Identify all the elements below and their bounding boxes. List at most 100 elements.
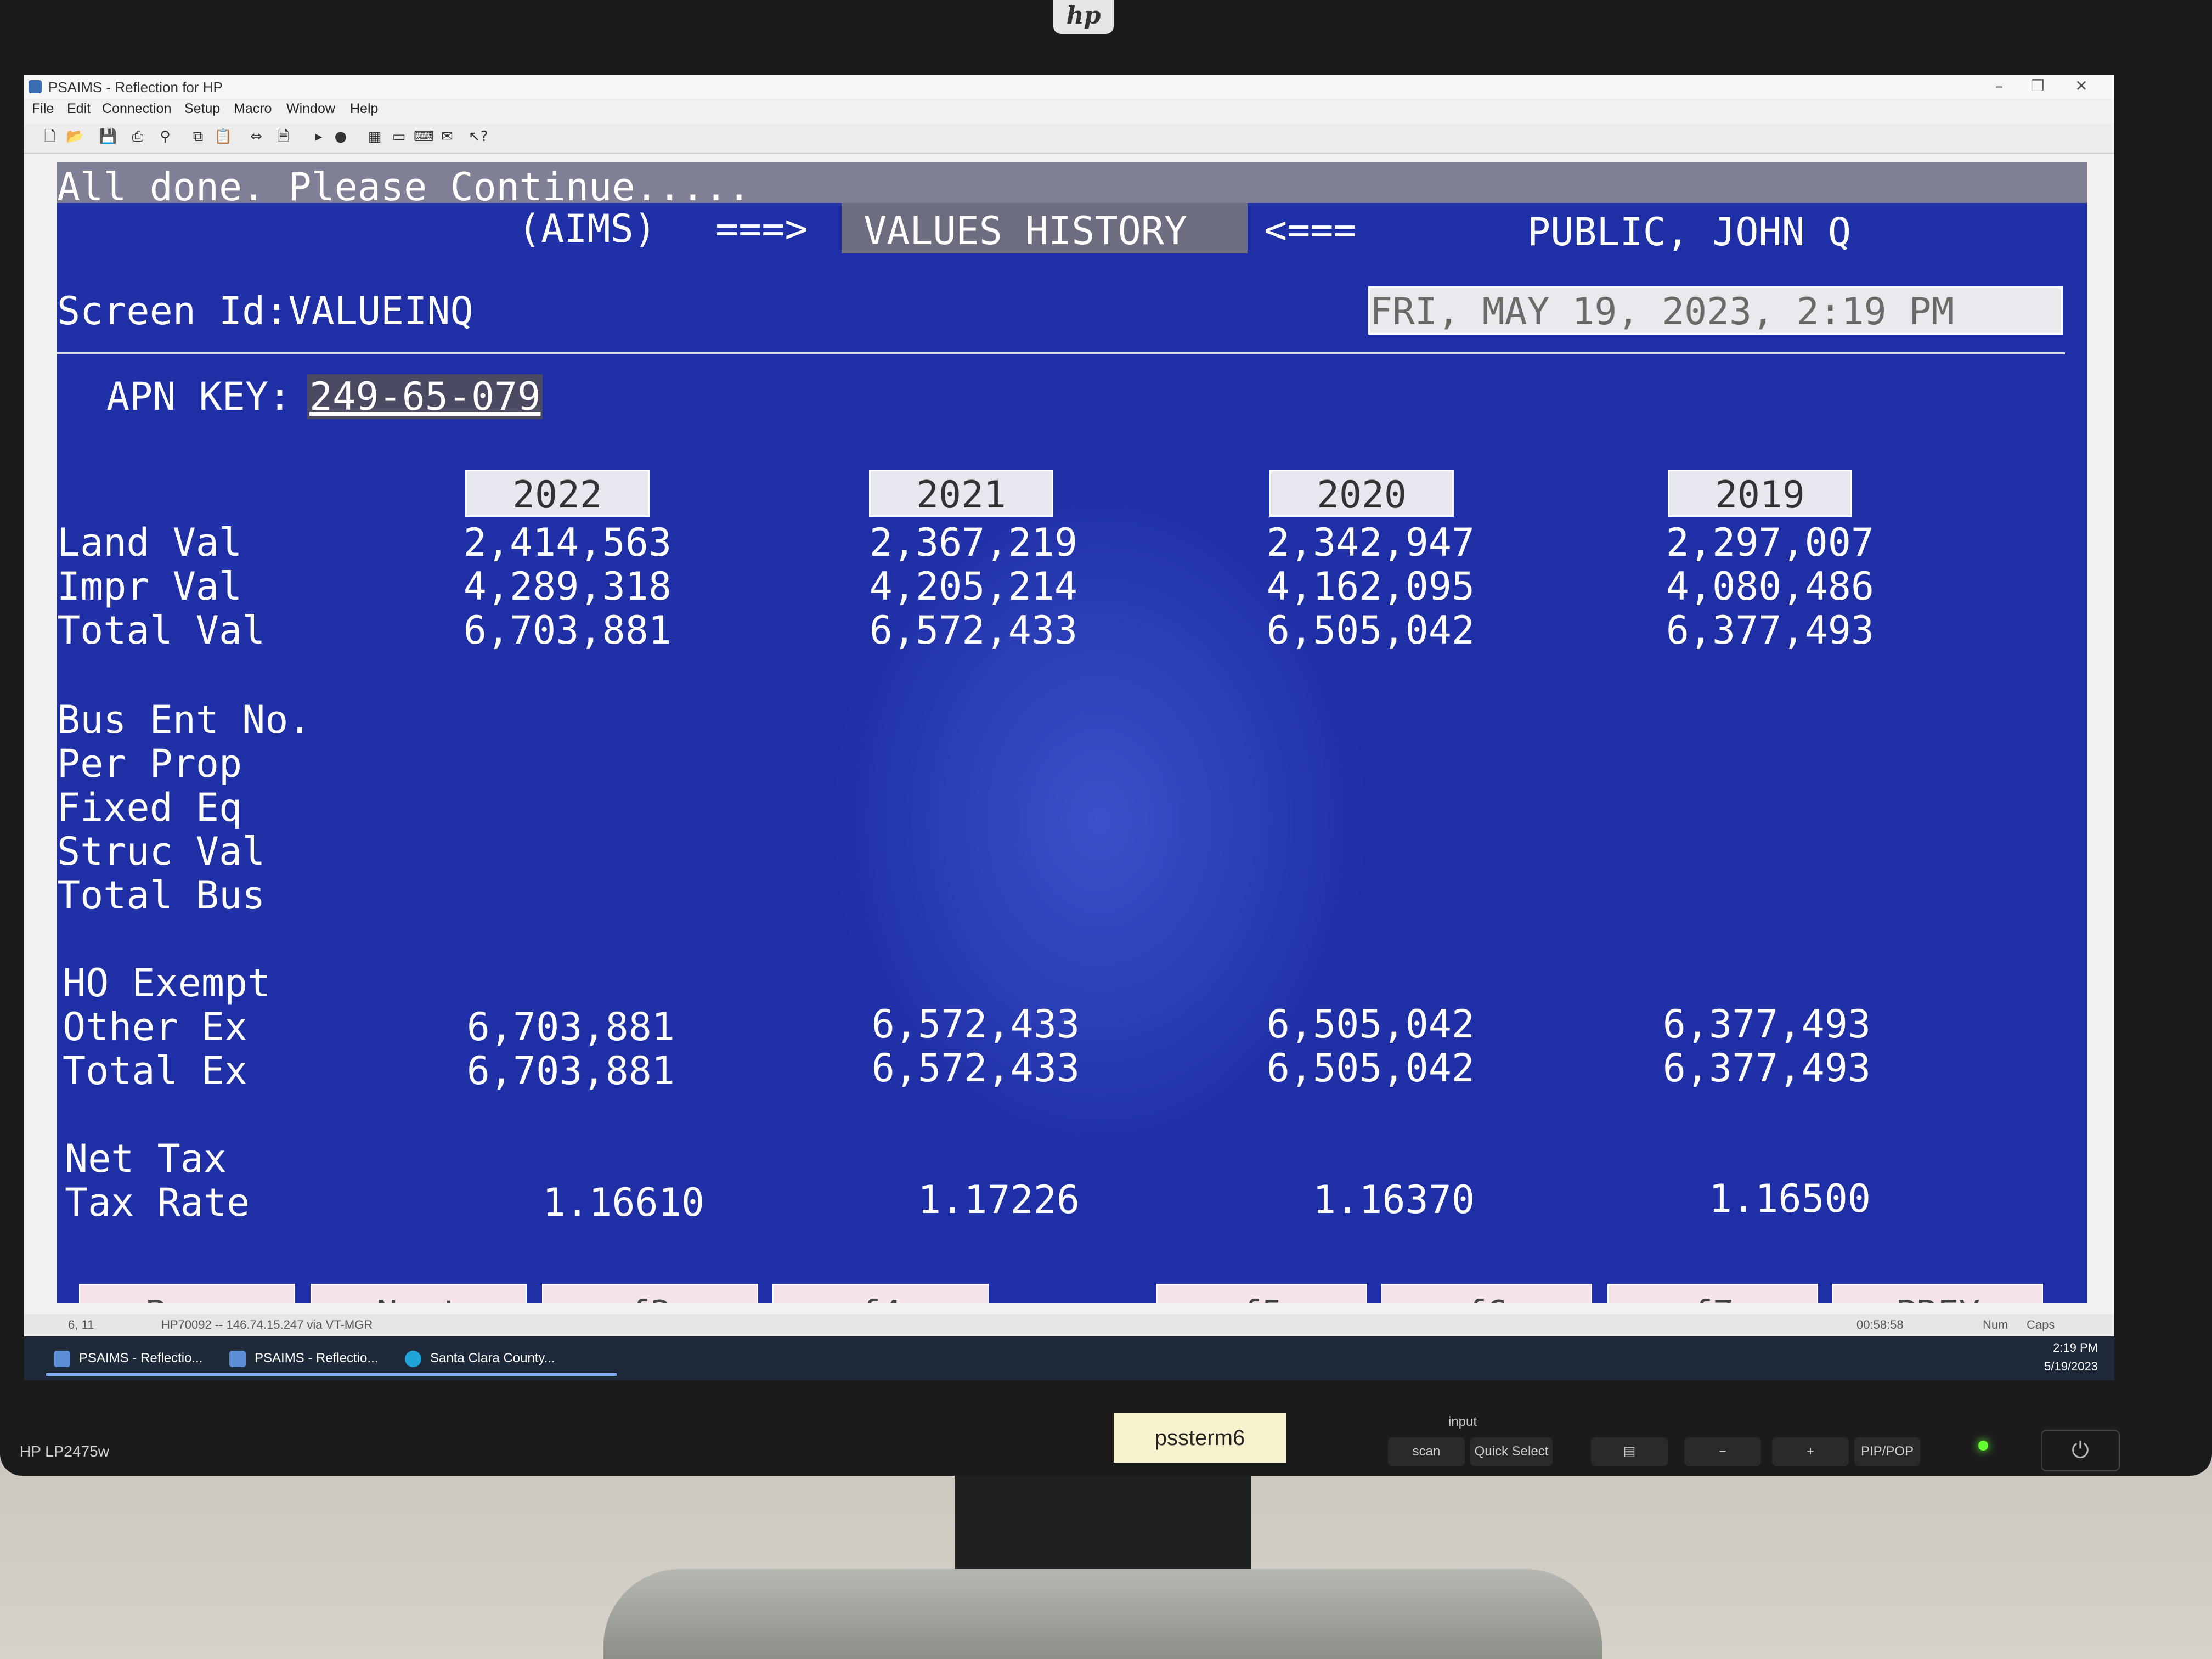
fkey-prev-screen[interactable]: PREV SCREEN [1832, 1284, 2043, 1304]
tax-rate-2022: 1.16610 [542, 1180, 704, 1225]
reflection-icon [54, 1351, 70, 1367]
monitor-pip-button[interactable]: PIP/POP [1854, 1437, 1920, 1466]
new-file-icon[interactable]: 🗋 [41, 127, 59, 146]
land-val-2020: 2,342,947 [1266, 520, 1475, 565]
app-icon [29, 80, 42, 93]
monitor-menu-button[interactable]: ▤ [1591, 1437, 1668, 1466]
taskbar-clock[interactable]: 2:19 PM 5/19/2023 [2044, 1339, 2098, 1376]
fkey-f5[interactable]: f5 [1156, 1284, 1367, 1304]
total-ex-2022: 6,703,881 [466, 1048, 675, 1093]
tax-rate-2019: 1.16500 [1708, 1176, 1871, 1221]
year-header: 2021 [869, 470, 1053, 517]
help-pointer-icon[interactable]: ↖? [469, 127, 488, 146]
num-lock-indicator: Num [1983, 1318, 2008, 1331]
fkey-next-values[interactable]: Next Values [311, 1284, 527, 1304]
power-button[interactable]: ⏻ [2041, 1430, 2120, 1471]
taskbar-item-psaims-2[interactable]: PSAIMS - Reflectio... [222, 1341, 425, 1376]
fkey-f4[interactable]: f4 [772, 1284, 989, 1304]
taskbar-item-edge[interactable]: Santa Clara County... [397, 1341, 617, 1376]
close-icon[interactable]: ✕ [2065, 77, 2098, 97]
row-label-per-prop: Per Prop [57, 741, 242, 786]
arrow-left: <=== [1264, 207, 1357, 252]
reflection-icon [229, 1351, 246, 1367]
monitor-plus-button[interactable]: + [1772, 1437, 1849, 1466]
sticky-note: pssterm6 [1114, 1413, 1286, 1463]
tax-rate-2021: 1.17226 [917, 1177, 1080, 1222]
session-timer: 00:58:58 [1857, 1318, 1904, 1331]
system-label: (AIMS) [518, 206, 657, 251]
keyboard-icon[interactable]: ⌨ [414, 127, 435, 146]
tax-rate-2020: 1.16370 [1312, 1177, 1475, 1222]
fkey-f3[interactable]: f3 [542, 1284, 758, 1304]
row-label-bus-ent-no: Bus Ent No. [57, 697, 312, 742]
connection-info: HP70092 -- 146.74.15.247 via VT-MGR [161, 1318, 373, 1331]
monitor-minus-button[interactable]: − [1684, 1437, 1761, 1466]
row-label-struc-val: Struc Val [57, 829, 266, 874]
monitor-scan-button[interactable]: scan [1388, 1437, 1465, 1466]
owner-name: PUBLIC, JOHN Q [1527, 210, 1852, 255]
row-label-total-val: Total Val [57, 608, 266, 653]
land-val-2019: 2,297,007 [1666, 520, 1874, 565]
row-label-total-ex: Total Ex [63, 1048, 248, 1093]
monitor-quick-select-button[interactable]: Quick Select [1470, 1437, 1553, 1466]
terminal-screen[interactable]: All done. Please Continue..... (AIMS) ==… [57, 162, 2087, 1304]
fkey-f7[interactable]: f7 [1607, 1284, 1818, 1304]
edge-browser-icon [405, 1351, 421, 1367]
row-label-land-val: Land Val [57, 520, 242, 565]
record-macro-icon[interactable]: ● [331, 127, 350, 146]
clock-date: 5/19/2023 [2044, 1359, 2098, 1373]
screen-title: VALUES HISTORY [864, 208, 1188, 253]
reflection-window: PSAIMS - Reflection for HP – ❐ ✕ File Ed… [24, 75, 2114, 1380]
total-val-2022: 6,703,881 [463, 608, 672, 653]
menu-help[interactable]: Help [350, 101, 378, 117]
connect-icon[interactable]: ⇔ [247, 127, 266, 146]
status-bar: 6, 11 HP70092 -- 146.74.15.247 via VT-MG… [24, 1314, 2114, 1334]
fkey-prev-values[interactable]: Prev Values [79, 1284, 295, 1304]
impr-val-2022: 4,289,318 [463, 564, 672, 609]
menu-connection[interactable]: Connection [102, 101, 171, 117]
row-label-ho-exempt: HO Exempt [63, 961, 271, 1006]
settings-icon[interactable]: ▦ [365, 127, 384, 146]
hp-logo: hp [1053, 0, 1114, 34]
screen-id: Screen Id:VALUEINQ [57, 289, 473, 334]
menu-window[interactable]: Window [286, 101, 335, 117]
year-header: 2020 [1269, 470, 1454, 517]
row-label-other-ex: Other Ex [63, 1005, 248, 1049]
menu-setup[interactable]: Setup [184, 101, 220, 117]
row-label-net-tax: Net Tax [65, 1136, 227, 1181]
open-folder-icon[interactable]: 📂 [66, 127, 84, 146]
status-message: All done. Please Continue..... [57, 165, 751, 210]
menu-macro[interactable]: Macro [234, 101, 272, 117]
impr-val-2020: 4,162,095 [1266, 564, 1475, 609]
window-title: PSAIMS - Reflection for HP [48, 79, 223, 95]
apn-input[interactable]: 249-65-079 [307, 374, 543, 419]
fkey-f6[interactable]: f6 [1381, 1284, 1592, 1304]
arrow-right: ===> [715, 206, 808, 251]
row-label-tax-rate: Tax Rate [65, 1180, 250, 1225]
document-icon[interactable]: 🗎 [274, 127, 293, 146]
display-icon[interactable]: ▭ [390, 127, 408, 146]
row-label-total-bus: Total Bus [57, 873, 266, 918]
date-time-field: FRI, MAY 19, 2023, 2:19 PM [1368, 286, 2063, 335]
caps-lock-indicator: Caps [2027, 1318, 2055, 1331]
save-icon[interactable]: 💾 [99, 127, 117, 146]
monitor-model-label: HP LP2475w [20, 1443, 109, 1460]
restore-icon[interactable]: ❐ [2021, 77, 2054, 97]
play-macro-icon[interactable]: ▸ [309, 127, 328, 146]
paste-icon[interactable]: 📋 [214, 127, 233, 146]
other-ex-2022: 6,703,881 [466, 1005, 675, 1049]
clock-time: 2:19 PM [2053, 1341, 2098, 1355]
menu-file[interactable]: File [32, 101, 54, 117]
year-header: 2019 [1668, 470, 1852, 517]
power-led [1978, 1441, 1988, 1451]
minimize-icon[interactable]: – [1983, 77, 2016, 97]
divider [57, 352, 2065, 354]
copy-icon[interactable]: ⧉ [189, 127, 207, 146]
mail-icon[interactable]: ✉ [438, 127, 456, 146]
land-val-2022: 2,414,563 [463, 520, 672, 565]
menu-edit[interactable]: Edit [67, 101, 91, 117]
other-ex-2020: 6,505,042 [1266, 1002, 1475, 1047]
find-icon[interactable]: ⚲ [156, 127, 174, 146]
apn-label: APN KEY: [106, 374, 292, 419]
print-icon[interactable]: ⎙ [128, 127, 147, 146]
